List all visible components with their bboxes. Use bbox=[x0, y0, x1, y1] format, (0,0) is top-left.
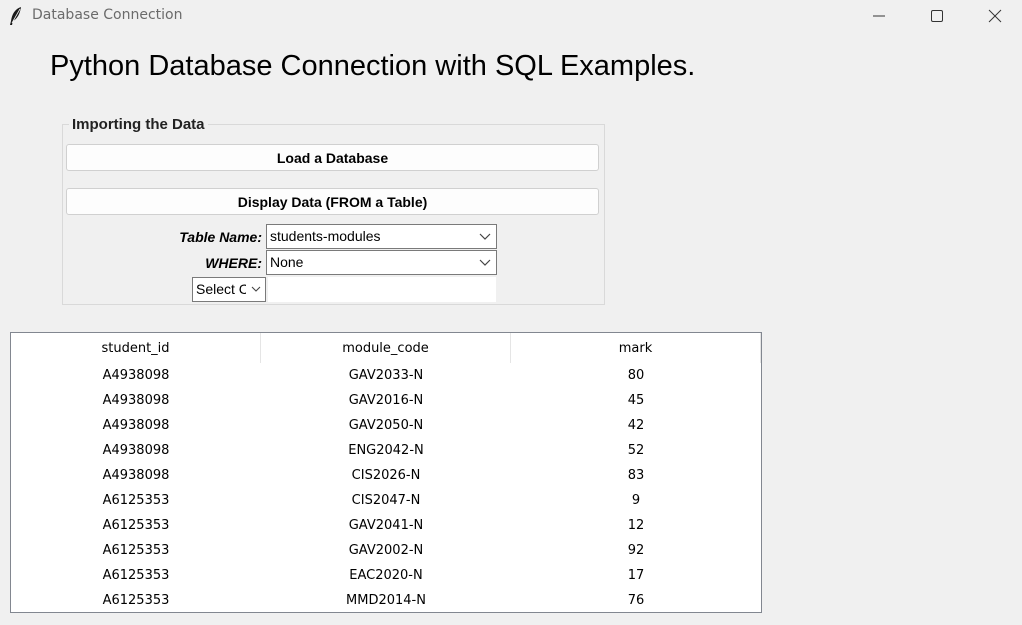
cell-module-code: GAV2002-N bbox=[348, 543, 424, 558]
import-data-legend: Importing the Data bbox=[69, 116, 208, 133]
column-select-value: Select Column bbox=[196, 281, 246, 297]
results-table[interactable]: student_id module_code mark A4938098 GAV… bbox=[10, 332, 762, 613]
table-body: A4938098 GAV2033-N 80 A4938098 GAV2016-N… bbox=[11, 363, 761, 612]
cell-student-id: A4938098 bbox=[102, 418, 170, 433]
page-title: Python Database Connection with SQL Exam… bbox=[50, 50, 696, 82]
table-row[interactable]: A6125353 EAC2020-N 17 bbox=[11, 563, 761, 588]
cell-module-code: GAV2041-N bbox=[348, 518, 424, 533]
table-row[interactable]: A4938098 CIS2026-N 83 bbox=[11, 463, 761, 488]
table-name-value: students-modules bbox=[270, 228, 381, 244]
table-row[interactable]: A6125353 GAV2002-N 92 bbox=[11, 538, 761, 563]
window-title: Database Connection bbox=[32, 7, 183, 23]
cell-student-id: A4938098 bbox=[102, 468, 170, 483]
cell-student-id: A6125353 bbox=[102, 518, 170, 533]
table-row[interactable]: A6125353 CIS2047-N 9 bbox=[11, 488, 761, 513]
maximize-icon bbox=[931, 10, 943, 22]
column-select-combobox[interactable]: Select Column bbox=[192, 277, 266, 302]
cell-student-id: A6125353 bbox=[102, 493, 170, 508]
cell-student-id: A4938098 bbox=[102, 393, 170, 408]
cell-module-code: GAV2050-N bbox=[348, 418, 424, 433]
cell-mark: 80 bbox=[627, 368, 645, 383]
minimize-button[interactable] bbox=[850, 0, 908, 32]
cell-module-code: GAV2016-N bbox=[348, 393, 424, 408]
table-row[interactable]: A6125353 MMD2014-N 76 bbox=[11, 588, 761, 612]
cell-module-code: ENG2042-N bbox=[348, 443, 424, 458]
where-combobox[interactable]: None bbox=[266, 250, 497, 275]
chevron-down-icon bbox=[479, 233, 491, 240]
cell-mark: 17 bbox=[627, 568, 645, 583]
close-icon bbox=[988, 9, 1002, 23]
cell-student-id: A4938098 bbox=[102, 368, 170, 383]
cell-mark: 83 bbox=[627, 468, 645, 483]
where-value: None bbox=[270, 254, 304, 270]
cell-module-code: MMD2014-N bbox=[346, 593, 426, 608]
table-row[interactable]: A4938098 ENG2042-N 52 bbox=[11, 438, 761, 463]
display-data-button[interactable]: Display Data (FROM a Table) bbox=[66, 188, 599, 215]
column-header-module-code[interactable]: module_code bbox=[261, 333, 511, 363]
cell-module-code: EAC2020-N bbox=[349, 568, 423, 583]
cell-mark: 12 bbox=[627, 518, 645, 533]
cell-mark: 45 bbox=[627, 393, 645, 408]
table-header: student_id module_code mark bbox=[11, 333, 761, 363]
cell-mark: 76 bbox=[627, 593, 645, 608]
table-row[interactable]: A4938098 GAV2016-N 45 bbox=[11, 388, 761, 413]
table-row[interactable]: A4938098 GAV2033-N 80 bbox=[11, 363, 761, 388]
where-label: WHERE: bbox=[205, 255, 262, 271]
cell-mark: 52 bbox=[627, 443, 645, 458]
cell-student-id: A6125353 bbox=[102, 543, 170, 558]
table-row[interactable]: A6125353 GAV2041-N 12 bbox=[11, 513, 761, 538]
cell-mark: 92 bbox=[627, 543, 645, 558]
title-bar: Database Connection bbox=[0, 0, 1022, 32]
load-database-button[interactable]: Load a Database bbox=[66, 144, 599, 171]
cell-student-id: A6125353 bbox=[102, 593, 170, 608]
column-header-mark[interactable]: mark bbox=[511, 333, 761, 363]
cell-mark: 9 bbox=[631, 493, 641, 508]
minimize-icon bbox=[873, 15, 885, 17]
cell-module-code: CIS2026-N bbox=[351, 468, 421, 483]
cell-module-code: GAV2033-N bbox=[348, 368, 424, 383]
table-name-combobox[interactable]: students-modules bbox=[266, 224, 497, 249]
close-button[interactable] bbox=[966, 0, 1022, 32]
chevron-down-icon bbox=[251, 286, 261, 292]
cell-student-id: A6125353 bbox=[102, 568, 170, 583]
where-condition-input[interactable] bbox=[268, 277, 496, 302]
maximize-button[interactable] bbox=[908, 0, 966, 32]
table-name-label: Table Name: bbox=[179, 229, 262, 245]
table-row[interactable]: A4938098 GAV2050-N 42 bbox=[11, 413, 761, 438]
cell-module-code: CIS2047-N bbox=[351, 493, 421, 508]
chevron-down-icon bbox=[479, 259, 491, 266]
cell-mark: 42 bbox=[627, 418, 645, 433]
cell-student-id: A4938098 bbox=[102, 443, 170, 458]
column-header-student-id[interactable]: student_id bbox=[11, 333, 261, 363]
feather-icon bbox=[9, 6, 23, 26]
